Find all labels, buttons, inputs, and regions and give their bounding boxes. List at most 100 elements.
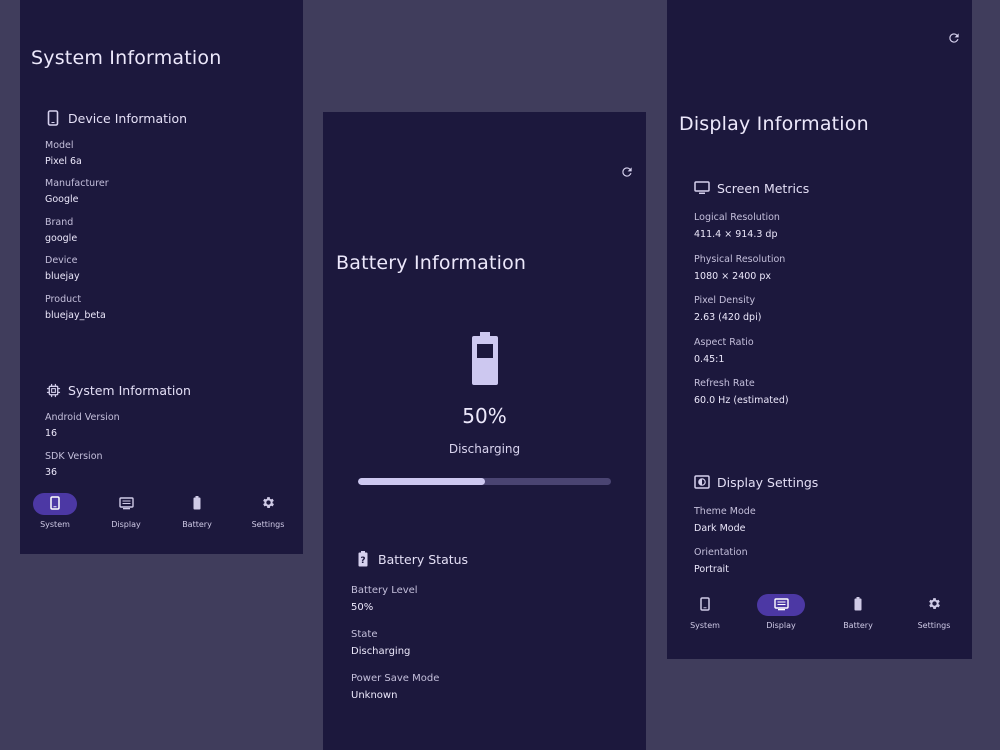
field-value: 1080 × 2400 px: [694, 271, 772, 282]
refresh-icon: [620, 164, 634, 183]
field-battery-level: Battery Level 50%: [351, 585, 418, 613]
section-header: Screen Metrics: [694, 178, 809, 198]
field-label: Physical Resolution: [694, 254, 786, 265]
nav-label: System: [40, 520, 70, 529]
battery-icon: [854, 596, 862, 615]
field-value: 50%: [351, 602, 374, 613]
field-value: google: [45, 233, 78, 244]
nav-item-display[interactable]: Display: [751, 592, 811, 640]
section-title: Device Information: [68, 110, 188, 126]
field-value: Discharging: [351, 646, 411, 657]
field-orientation: Orientation Portrait: [694, 547, 748, 575]
nav-item-settings[interactable]: Settings: [238, 491, 298, 539]
field-value: Unknown: [351, 690, 398, 701]
field-sdk-version: SDK Version 36: [45, 451, 103, 478]
section-header: Device Information: [45, 108, 187, 128]
field-label: Brand: [45, 217, 74, 228]
gear-icon: [261, 495, 276, 514]
field-value: 2.63 (420 dpi): [694, 312, 762, 323]
refresh-button[interactable]: [619, 165, 635, 181]
system-information-section: System Information: [45, 380, 191, 400]
field-value: bluejay_beta: [45, 310, 106, 321]
nav-label: Battery: [843, 621, 873, 630]
field-value: 60.0 Hz (estimated): [694, 395, 789, 406]
field-label: Android Version: [45, 412, 120, 423]
device-information-section: Device Information: [45, 108, 187, 128]
field-value: 411.4 × 914.3 dp: [694, 229, 778, 240]
field-state: State Discharging: [351, 629, 410, 657]
field-physical-resolution: Physical Resolution 1080 × 2400 px: [694, 254, 785, 282]
nav-active-indicator: [33, 493, 77, 515]
display-icon: [118, 495, 134, 514]
nav-icon-container: [683, 594, 727, 616]
section-title: Battery Status: [378, 551, 469, 567]
battery-percentage: 50%: [462, 404, 507, 428]
section-header: Display Settings: [694, 472, 818, 492]
battery-unknown-icon: ?: [355, 551, 371, 567]
field-value: Dark Mode: [694, 523, 746, 534]
field-theme-mode: Theme Mode Dark Mode: [694, 506, 756, 534]
field-value: 16: [45, 428, 58, 439]
chip-icon: [45, 382, 61, 398]
refresh-button[interactable]: [946, 31, 962, 47]
section-header: System Information: [45, 380, 191, 400]
field-refresh-rate: Refresh Rate 60.0 Hz (estimated): [694, 378, 789, 406]
phone-icon: [45, 110, 61, 126]
field-label: SDK Version: [45, 451, 103, 462]
field-label: Theme Mode: [694, 506, 756, 517]
field-power-save-mode: Power Save Mode Unknown: [351, 673, 439, 701]
battery-state: Discharging: [448, 442, 521, 456]
battery-progress-fill: [358, 478, 485, 485]
screen-metrics-section: Screen Metrics: [694, 178, 809, 198]
field-label: Pixel Density: [694, 295, 756, 306]
battery-progress-bar: [358, 478, 611, 485]
field-brand: Brand google: [45, 217, 77, 244]
phone-icon: [700, 596, 710, 615]
field-product: Product bluejay_beta: [45, 294, 106, 321]
gear-icon: [927, 596, 942, 615]
section-title: System Information: [68, 382, 191, 398]
nav-label: Settings: [251, 520, 285, 529]
bottom-navigation: System Display Battery Settings: [667, 592, 972, 640]
bottom-navigation: System Display Battery Settings: [20, 491, 303, 539]
nav-icon-container: [104, 493, 148, 515]
page-title: System Information: [31, 47, 222, 69]
nav-label: Display: [766, 621, 796, 630]
field-label: Product: [45, 294, 82, 305]
nav-label: Display: [111, 520, 141, 529]
nav-item-battery[interactable]: Battery: [167, 491, 227, 539]
nav-item-settings[interactable]: Settings: [904, 592, 964, 640]
field-value: Pixel 6a: [45, 156, 82, 167]
field-label: Orientation: [694, 547, 748, 558]
battery-icon: [193, 495, 201, 514]
svg-text:?: ?: [360, 556, 365, 566]
nav-icon-container: [912, 594, 956, 616]
nav-item-system[interactable]: System: [25, 491, 85, 539]
section-title: Screen Metrics: [717, 180, 810, 196]
nav-item-system[interactable]: System: [675, 592, 735, 640]
field-label: Logical Resolution: [694, 212, 780, 223]
nav-icon-container: [836, 594, 880, 616]
brightness-icon: [694, 474, 710, 490]
battery-level-icon: [471, 332, 499, 390]
section-header: ? Battery Status: [355, 549, 468, 569]
page-title: Battery Information: [336, 252, 527, 274]
field-label: Device: [45, 255, 78, 266]
field-manufacturer: Manufacturer Google: [45, 178, 109, 205]
nav-label: Settings: [917, 621, 951, 630]
field-android-version: Android Version 16: [45, 412, 120, 439]
page-title: Display Information: [679, 113, 869, 135]
nav-label: Battery: [182, 520, 212, 529]
phone-icon: [50, 495, 60, 514]
nav-item-battery[interactable]: Battery: [828, 592, 888, 640]
field-value: Portrait: [694, 564, 729, 575]
system-screen: System Information Device Information Mo…: [20, 0, 303, 554]
field-aspect-ratio: Aspect Ratio 0.45:1: [694, 337, 754, 365]
nav-icon-container: [246, 493, 290, 515]
refresh-icon: [947, 30, 961, 49]
field-model: Model Pixel 6a: [45, 140, 82, 167]
nav-active-indicator: [757, 594, 805, 616]
field-label: Refresh Rate: [694, 378, 755, 389]
nav-item-display[interactable]: Display: [96, 491, 156, 539]
field-label: Battery Level: [351, 585, 418, 596]
